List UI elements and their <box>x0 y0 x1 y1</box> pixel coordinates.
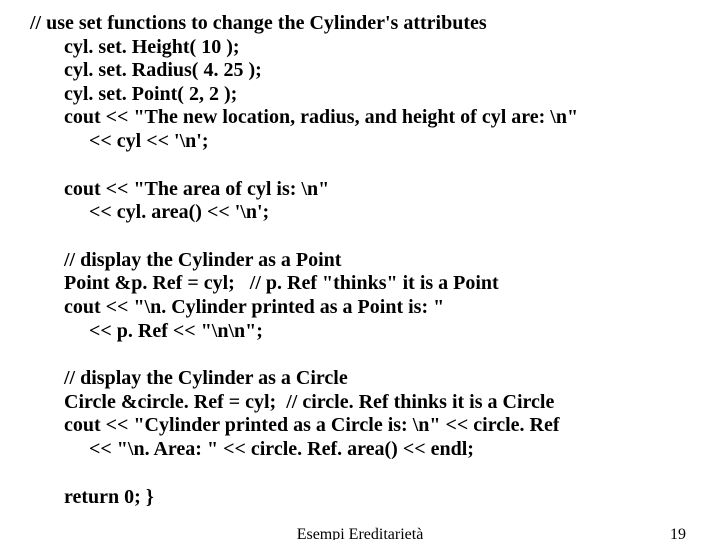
code-line: cyl. set. Height( 10 ); <box>64 36 690 60</box>
code-block-4: // display the Cylinder as a Circle Circ… <box>30 367 690 461</box>
code-line: cout << "Cylinder printed as a Circle is… <box>64 414 690 438</box>
code-line: << cyl << '\n'; <box>64 130 690 154</box>
code-line: cyl. set. Radius( 4. 25 ); <box>64 59 690 83</box>
code-line: // display the Cylinder as a Point <box>64 249 690 273</box>
slide: // use set functions to change the Cylin… <box>0 0 720 540</box>
indent-group: cyl. set. Height( 10 ); cyl. set. Radius… <box>30 36 690 154</box>
page-number: 19 <box>670 526 686 540</box>
code-line: // display the Cylinder as a Circle <box>64 367 690 391</box>
code-line: Point &p. Ref = cyl; // p. Ref "thinks" … <box>64 272 690 296</box>
code-line: cout << "The new location, radius, and h… <box>64 106 690 130</box>
code-block-1: // use set functions to change the Cylin… <box>30 12 690 154</box>
code-block-3: // display the Cylinder as a Point Point… <box>30 249 690 343</box>
code-line: cyl. set. Point( 2, 2 ); <box>64 83 690 107</box>
code-line: << cyl. area() << '\n'; <box>64 201 690 225</box>
code-block-2: cout << "The area of cyl is: \n" << cyl.… <box>30 178 690 225</box>
code-block-5: return 0; } <box>30 486 690 510</box>
code-line: // use set functions to change the Cylin… <box>30 12 690 36</box>
code-line: << "\n. Area: " << circle. Ref. area() <… <box>64 438 690 462</box>
code-line: Circle &circle. Ref = cyl; // circle. Re… <box>64 391 690 415</box>
footer-center-text: Esempi Ereditarietà <box>0 526 720 540</box>
code-line: << p. Ref << "\n\n"; <box>64 320 690 344</box>
code-line: cout << "\n. Cylinder printed as a Point… <box>64 296 690 320</box>
code-line: cout << "The area of cyl is: \n" <box>64 178 690 202</box>
code-line: return 0; } <box>64 486 690 510</box>
